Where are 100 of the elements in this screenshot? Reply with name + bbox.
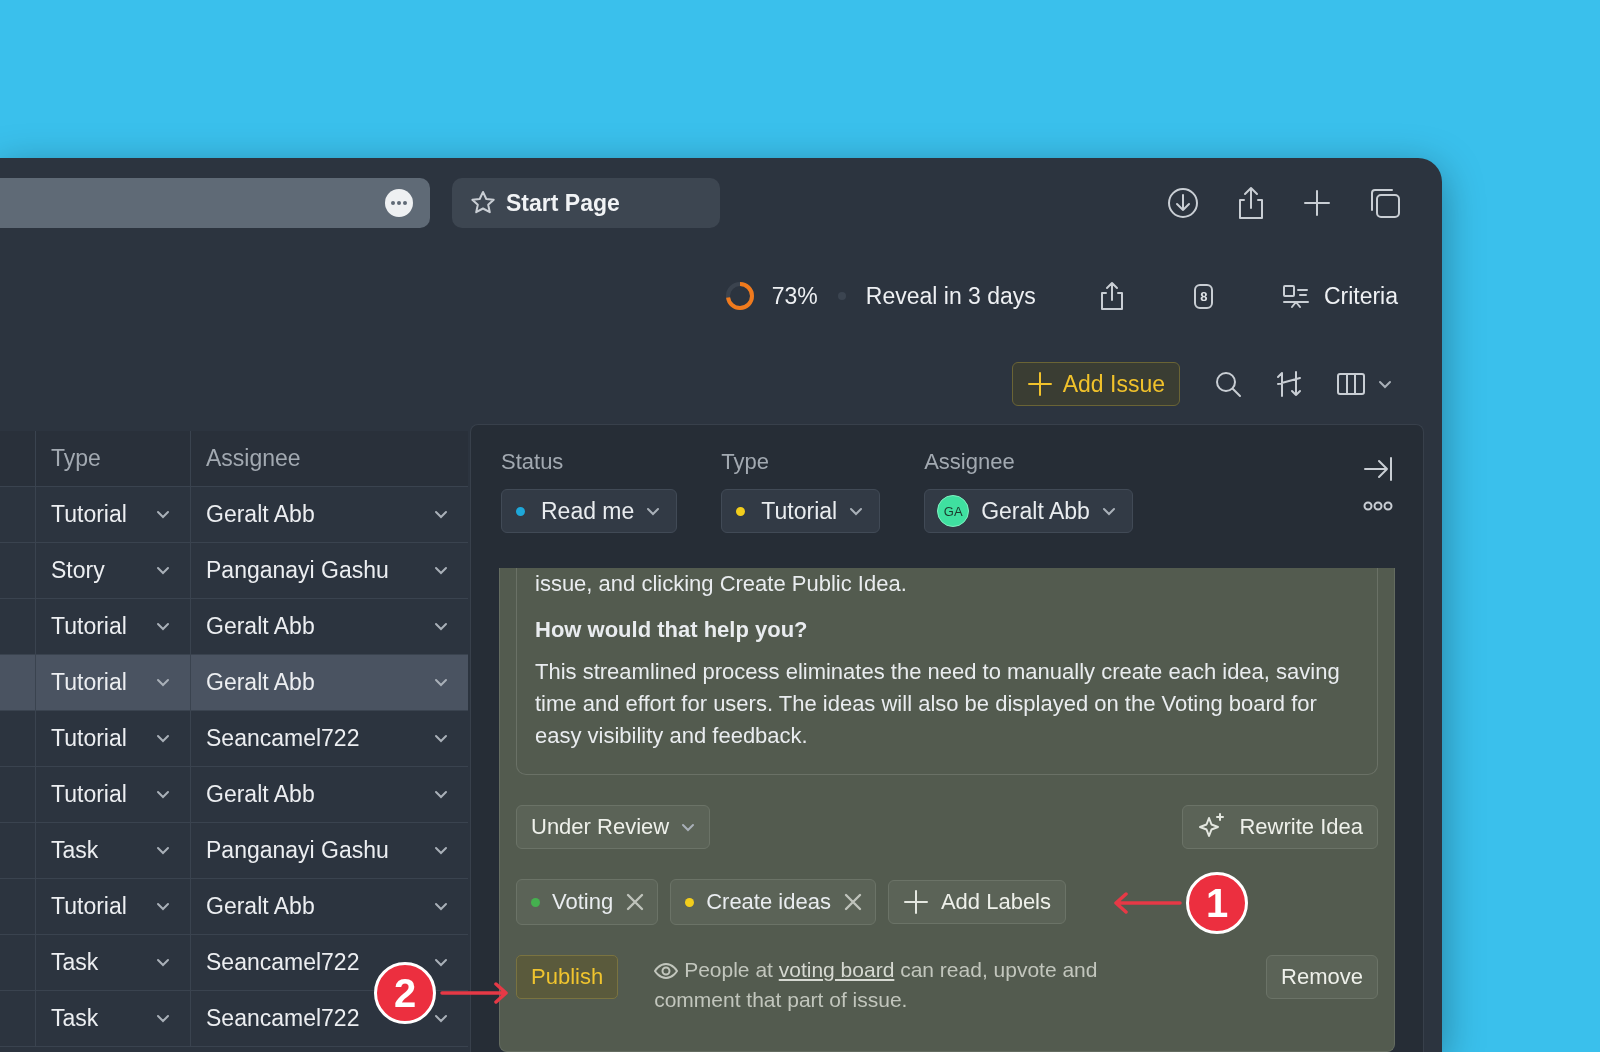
cards-count-badge[interactable]: 8 xyxy=(1187,280,1220,312)
description-heading: How would that help you? xyxy=(535,616,809,644)
field-dropdown[interactable]: Read me xyxy=(501,489,678,533)
reveal-text: Reveal in 3 days xyxy=(865,282,1036,310)
chevron-icon xyxy=(156,958,170,967)
arrow-icon xyxy=(440,982,510,1004)
chevron-icon xyxy=(434,566,448,575)
type-cell: Story xyxy=(51,557,105,584)
chevron-icon xyxy=(156,566,170,575)
assignee-cell: Geralt Abb xyxy=(206,501,315,528)
column-header: Type xyxy=(51,445,101,472)
add-labels-button[interactable]: Add Labels xyxy=(887,880,1066,924)
description-paragraph: issue, and clicking Create Public Idea. xyxy=(535,570,908,598)
field-dropdown[interactable]: GA Geralt Abb xyxy=(924,489,1133,533)
state-dropdown[interactable]: Under Review xyxy=(516,805,711,849)
remove-icon[interactable] xyxy=(625,892,646,912)
publish-notice: People at voting board can read, upvote and comment that part of issue. xyxy=(654,957,1099,1013)
table-row[interactable]: Tutorial Geralt Abb xyxy=(0,599,468,655)
type-cell: Tutorial xyxy=(51,501,127,528)
field-label: Status xyxy=(501,449,565,475)
eye-icon xyxy=(654,962,679,980)
chevron-icon xyxy=(434,790,448,799)
assignee-cell: Geralt Abb xyxy=(206,669,315,696)
chevron-icon xyxy=(434,846,448,855)
assignee-cell: Seancamel722 xyxy=(206,1005,360,1032)
voting-board-link[interactable]: voting board xyxy=(778,958,895,981)
remove-icon[interactable] xyxy=(842,892,863,912)
type-cell: Task xyxy=(51,1005,99,1032)
assignee-cell: Geralt Abb xyxy=(206,893,315,920)
chevron-icon xyxy=(434,902,448,911)
more-icon[interactable] xyxy=(384,188,414,218)
scales-icon xyxy=(1281,283,1310,309)
assignee-cell: Geralt Abb xyxy=(206,781,315,808)
download-icon[interactable] xyxy=(1166,186,1200,220)
table-row[interactable]: Tutorial Geralt Abb xyxy=(0,879,468,935)
table-row[interactable]: Task Panganayi Gashu xyxy=(0,823,468,879)
chevron-icon xyxy=(156,734,170,743)
chevron-icon xyxy=(434,678,448,687)
field-label: Assignee xyxy=(924,449,1016,475)
chevron-icon xyxy=(434,622,448,631)
description-paragraph: This streamlined process eliminates the need to manually create each idea, saving time and effort for users. The ideas will also be displayed on the Voting board for easy visibility and feedback. xyxy=(535,658,1341,750)
table-row[interactable]: Tutorial Geralt Abb xyxy=(0,767,468,823)
progress-reading: 73% xyxy=(771,282,818,310)
assignee-cell: Panganayi Gashu xyxy=(206,557,389,584)
chevron-icon xyxy=(156,678,170,687)
table-row[interactable]: Tutorial Geralt Abb xyxy=(0,655,468,711)
assignee-cell: Geralt Abb xyxy=(206,613,315,640)
rewrite-idea-button[interactable]: Rewrite Idea xyxy=(1182,805,1378,849)
chevron-icon xyxy=(156,846,170,855)
avatar: GA xyxy=(937,495,970,527)
plus-icon xyxy=(902,889,929,915)
collapse-panel-icon[interactable] xyxy=(1363,455,1393,483)
chevron-icon xyxy=(156,790,170,799)
add-issue-button[interactable]: Add Issue xyxy=(1011,362,1180,406)
columns-icon[interactable] xyxy=(1336,372,1366,396)
chevron-icon xyxy=(849,506,864,516)
table-row[interactable]: Tutorial Seancamel722 xyxy=(0,711,468,767)
add-icon[interactable] xyxy=(1302,188,1332,218)
chevron-icon xyxy=(646,506,661,516)
start-page-tab[interactable]: Start Page xyxy=(452,178,720,228)
tabs-icon[interactable] xyxy=(1368,186,1402,220)
field-dropdown[interactable]: Tutorial xyxy=(721,489,881,533)
chevron-icon xyxy=(681,822,696,832)
type-cell: Task xyxy=(51,837,99,864)
label-chip[interactable]: Voting xyxy=(516,879,659,925)
field-label: Type xyxy=(721,449,771,475)
chevron-icon xyxy=(1101,506,1116,516)
assignee-cell: Seancamel722 xyxy=(206,725,360,752)
plus-icon xyxy=(1026,371,1053,397)
type-cell: Tutorial xyxy=(51,669,127,696)
assignee-cell: Panganayi Gashu xyxy=(206,837,389,864)
sort-icon[interactable] xyxy=(1276,370,1302,398)
more-icon[interactable] xyxy=(1363,501,1393,511)
chevron-icon xyxy=(434,734,448,743)
chevron-icon xyxy=(434,510,448,519)
chevron-icon xyxy=(156,622,170,631)
type-cell: Task xyxy=(51,949,99,976)
label-chip[interactable]: Create ideas xyxy=(670,879,876,925)
chevron-icon xyxy=(156,1014,170,1023)
dropdown-chevron-icon xyxy=(1378,379,1392,389)
column-header: Assignee xyxy=(206,445,301,472)
star-icon xyxy=(470,190,496,216)
table-row[interactable]: Story Panganayi Gashu xyxy=(0,543,468,599)
publish-button[interactable]: Publish xyxy=(516,955,619,999)
chevron-icon xyxy=(434,1014,448,1023)
criteria-button[interactable]: Criteria xyxy=(1281,282,1398,310)
chevron-icon xyxy=(156,510,170,519)
address-bar[interactable] xyxy=(0,178,430,228)
chevron-icon xyxy=(156,902,170,911)
type-cell: Tutorial xyxy=(51,725,127,752)
type-cell: Tutorial xyxy=(51,781,127,808)
arrow-icon xyxy=(1112,892,1182,914)
chevron-icon xyxy=(434,958,448,967)
assignee-cell: Seancamel722 xyxy=(206,949,360,976)
type-cell: Tutorial xyxy=(51,893,127,920)
remove-button[interactable]: Remove xyxy=(1266,955,1378,999)
share-icon[interactable] xyxy=(1236,185,1266,221)
table-row[interactable]: Tutorial Geralt Abb xyxy=(0,487,468,543)
search-icon[interactable] xyxy=(1214,370,1242,398)
type-cell: Tutorial xyxy=(51,613,127,640)
